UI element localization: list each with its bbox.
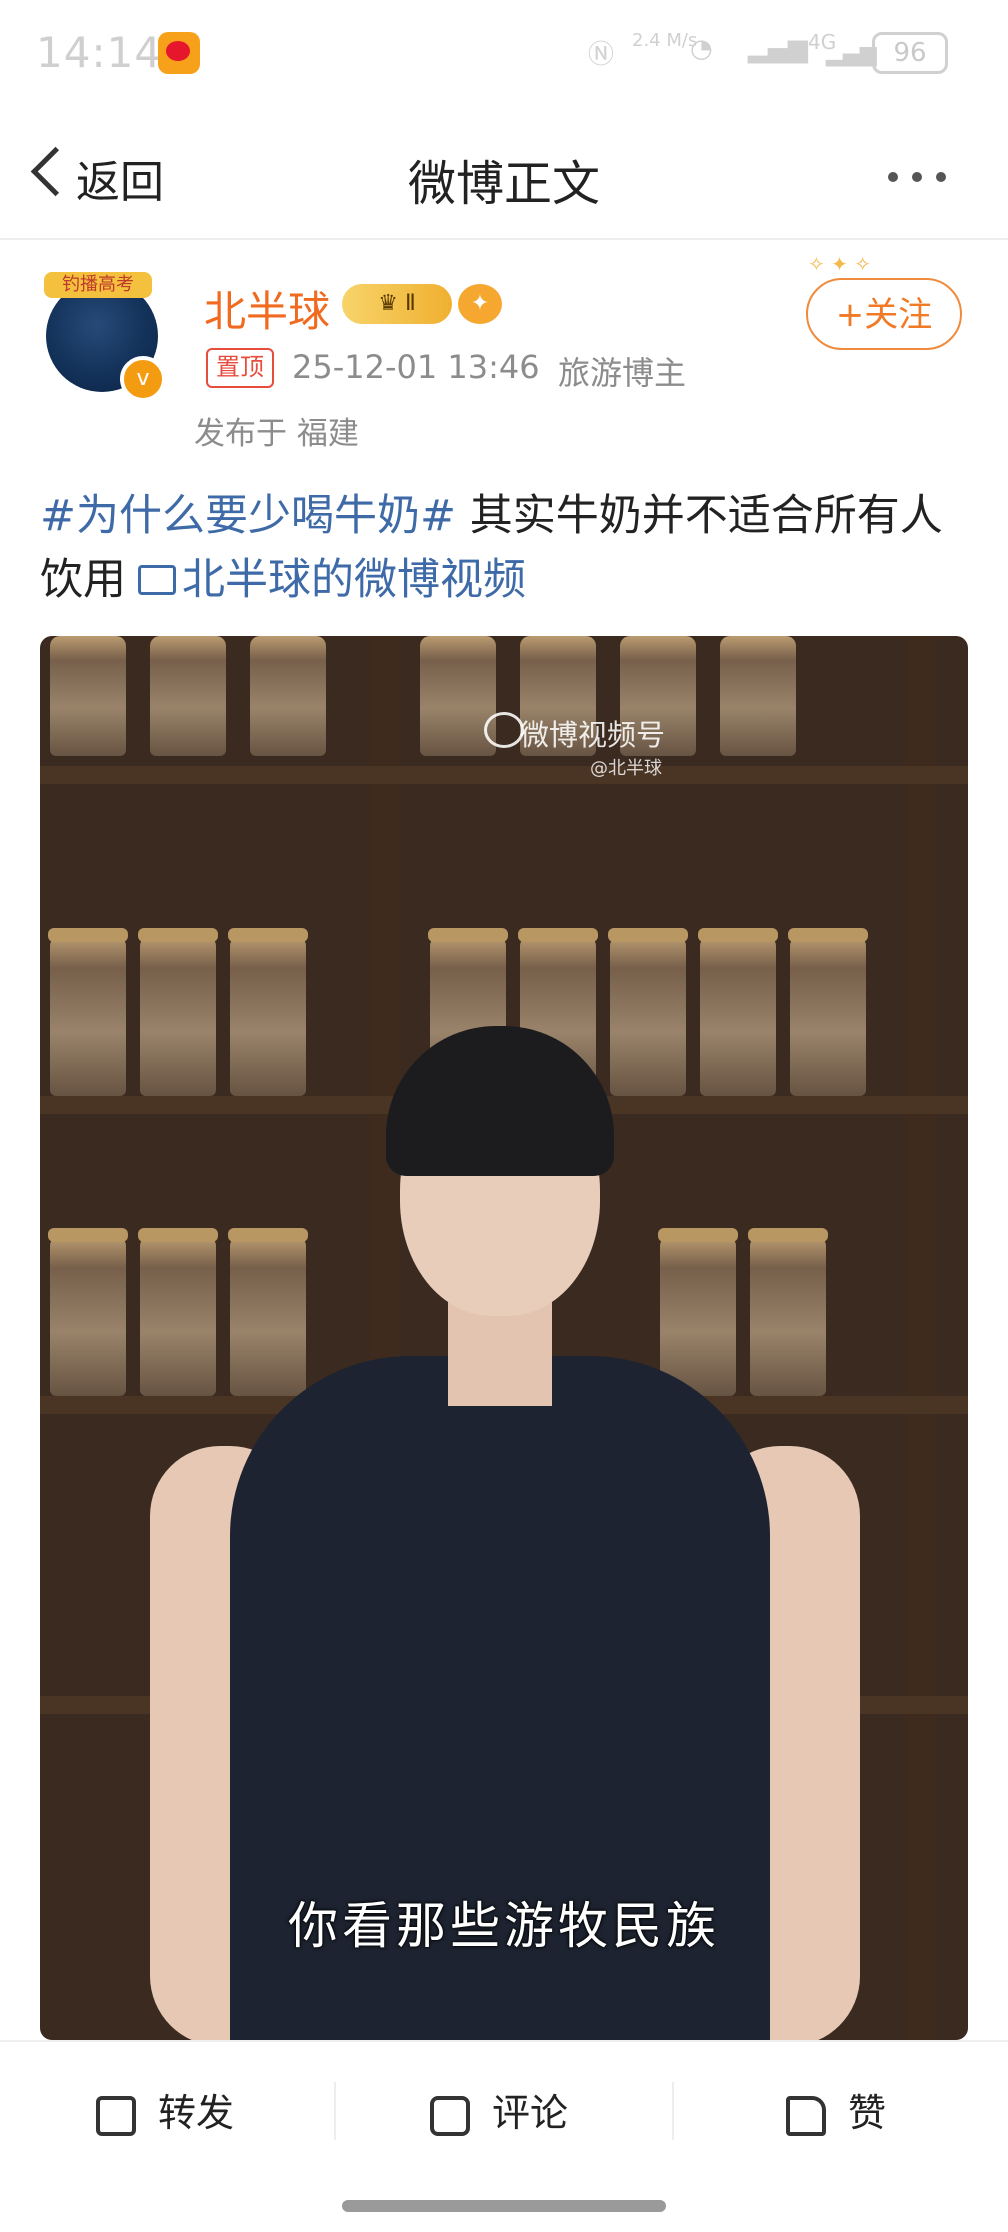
- post-text: #为什么要少喝牛奶# 其实牛奶并不适合所有人饮用 北半球的微博视频: [40, 484, 980, 612]
- vip-level-badge[interactable]: ♛ Ⅱ: [342, 284, 452, 324]
- nav-bar: 返回 微博正文: [0, 110, 1008, 240]
- home-indicator[interactable]: [342, 2200, 666, 2212]
- follow-decoration-icon: ✧ ✦ ✧: [808, 252, 871, 276]
- divider: [334, 2082, 336, 2140]
- weibo-app-icon: [158, 32, 200, 74]
- signal-2-icon: ▂▄▆: [826, 42, 877, 67]
- video-camera-icon: [138, 564, 176, 595]
- crown-icon: ♛: [378, 291, 405, 316]
- battery-icon: 96: [872, 32, 948, 74]
- network-speed: 2.4 M/s: [632, 30, 698, 51]
- follow-button[interactable]: +关注: [806, 278, 962, 350]
- more-options-icon[interactable]: [888, 166, 960, 187]
- vip-level: Ⅱ: [404, 291, 416, 316]
- jar: [720, 636, 796, 756]
- jar: [150, 636, 226, 756]
- like-label: 赞: [848, 2091, 887, 2135]
- video-link[interactable]: 北半球的微博视频: [182, 555, 526, 605]
- avatar-banner: 钓播高考: [44, 272, 152, 298]
- nfc-icon: Ⓝ: [588, 40, 615, 70]
- status-bar: 14:14 Ⓝ 2.4 M/s ◔ ▂▄▆ 4G ▂▄▆ 96: [0, 0, 1008, 110]
- author-role: 旅游博主: [558, 354, 687, 392]
- shelf-post: [906, 636, 936, 2040]
- fan-badge-icon[interactable]: ✦: [458, 284, 502, 324]
- shelf-board: [40, 766, 968, 784]
- video-subtitle: 你看那些游牧民族: [288, 1897, 720, 1955]
- video-player[interactable]: 微博视频号 @北半球 你看那些游牧民族: [40, 636, 968, 2040]
- video-watermark-handle: @北半球: [590, 758, 662, 779]
- author-name[interactable]: 北半球: [204, 278, 330, 339]
- repost-label: 转发: [158, 2091, 235, 2135]
- jar: [250, 636, 326, 756]
- hashtag-link[interactable]: #为什么要少喝牛奶#: [40, 491, 456, 541]
- divider: [672, 2082, 674, 2140]
- signal-icon: ▂▄▆: [748, 34, 808, 64]
- pinned-badge: 置顶: [206, 348, 274, 388]
- wifi-icon: ◔: [690, 34, 713, 64]
- share-icon: [96, 2095, 136, 2136]
- weibo-logo-icon: [484, 712, 524, 748]
- post-location: 发布于 福建: [194, 416, 359, 452]
- action-bar: 转发 评论 赞: [0, 2040, 1008, 2174]
- post-timestamp: 25-12-01 13:46: [292, 348, 540, 386]
- comment-button[interactable]: 评论: [430, 2082, 568, 2138]
- video-watermark: 微博视频号: [520, 718, 666, 752]
- like-button[interactable]: 赞: [786, 2082, 886, 2138]
- jar: [420, 636, 496, 756]
- jar: [50, 636, 126, 756]
- repost-button[interactable]: 转发: [96, 2082, 234, 2138]
- jar: [48, 928, 128, 1096]
- verified-badge-icon: v: [120, 356, 166, 402]
- thumbs-up-icon: [786, 2095, 826, 2136]
- comment-label: 评论: [492, 2091, 569, 2135]
- page-title: 微博正文: [407, 156, 600, 212]
- status-time: 14:14: [36, 28, 163, 77]
- comment-icon: [430, 2095, 470, 2136]
- jar: [48, 1228, 128, 1396]
